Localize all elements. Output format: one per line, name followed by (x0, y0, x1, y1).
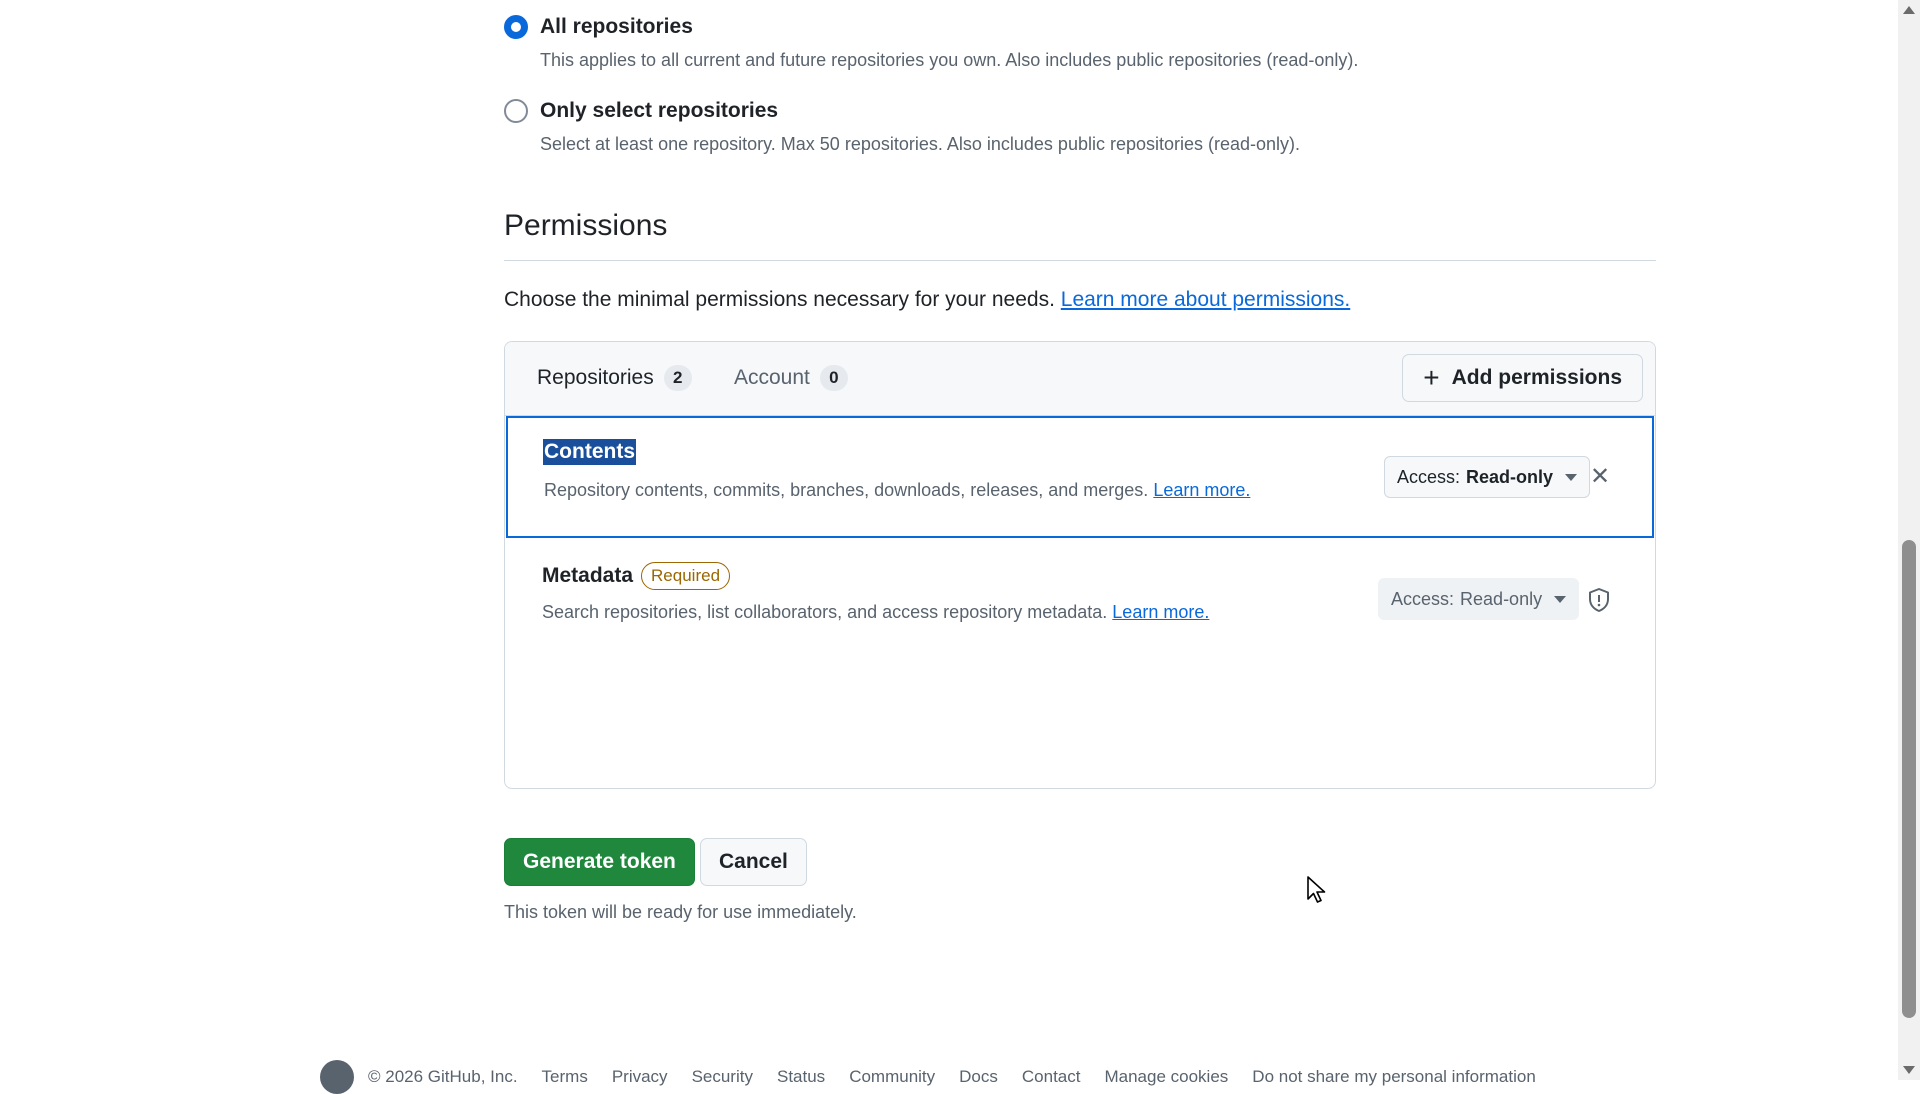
radio-all-repositories-input[interactable] (504, 15, 528, 39)
github-logo-icon (320, 1060, 354, 1094)
permission-metadata-name: Metadata (542, 564, 634, 587)
tab-repositories[interactable]: Repositories 2 (537, 365, 692, 391)
radio-all-repositories-label[interactable]: All repositories (540, 15, 693, 39)
permissions-intro-text: Choose the minimal permissions necessary… (504, 288, 1055, 311)
footer: © 2026 GitHub, Inc. Terms Privacy Securi… (320, 1060, 1560, 1094)
permissions-panel: Repositories 2 Account 0 + Add permissio… (504, 341, 1656, 789)
permission-metadata-description-text: Search repositories, list collaborators,… (542, 602, 1108, 622)
tab-account-label: Account (734, 366, 810, 389)
permission-metadata-learn-more-link[interactable]: Learn more. (1112, 602, 1209, 622)
footer-link-privacy[interactable]: Privacy (612, 1067, 668, 1087)
permission-contents-name: Contents (543, 439, 636, 465)
footer-link-terms[interactable]: Terms (542, 1067, 588, 1087)
footer-link-manage-cookies[interactable]: Manage cookies (1104, 1067, 1228, 1087)
page-scrollbar[interactable] (1898, 0, 1920, 1080)
permission-contents-learn-more-link[interactable]: Learn more. (1153, 480, 1250, 500)
permission-row-contents[interactable]: Contents Repository contents, commits, b… (506, 416, 1654, 538)
close-icon[interactable]: ✕ (1590, 465, 1610, 489)
permission-metadata-header: Metadata Required (542, 562, 731, 590)
radio-all-repositories-description: This applies to all current and future r… (540, 50, 1359, 70)
footer-copyright: © 2026 GitHub, Inc. (368, 1067, 518, 1086)
metadata-access-value: Read-only (1460, 588, 1543, 609)
contents-access-dropdown[interactable]: Access: Read-only (1384, 456, 1591, 498)
permissions-tabs: Repositories 2 Account 0 + Add permissio… (505, 342, 1655, 416)
radio-select-repositories-label[interactable]: Only select repositories (540, 99, 778, 123)
permissions-intro: Choose the minimal permissions necessary… (504, 288, 1350, 312)
plus-icon: + (1423, 362, 1440, 393)
footer-link-docs[interactable]: Docs (959, 1067, 998, 1087)
contents-access-value: Read-only (1466, 466, 1554, 487)
shield-icon (1589, 588, 1609, 612)
contents-access-label: Access: (1397, 466, 1461, 487)
cancel-button[interactable]: Cancel (700, 838, 807, 886)
mouse-cursor-icon (1307, 876, 1326, 903)
radio-select-repositories-description: Select at least one repository. Max 50 r… (540, 134, 1301, 154)
chevron-down-icon (1565, 473, 1578, 481)
footer-link-contact[interactable]: Contact (1022, 1067, 1081, 1087)
metadata-access-dropdown: Access: Read-only (1378, 578, 1580, 620)
generate-token-button[interactable]: Generate token (504, 838, 695, 886)
permissions-divider (504, 260, 1656, 261)
token-ready-note: This token will be ready for use immedia… (504, 902, 857, 922)
learn-more-permissions-link[interactable]: Learn more about permissions. (1061, 288, 1350, 311)
scroll-down-arrow-icon[interactable] (1903, 1066, 1915, 1074)
permission-metadata-description: Search repositories, list collaborators,… (542, 602, 1209, 623)
required-badge: Required (641, 562, 731, 590)
radio-select-repositories[interactable]: Only select repositories (504, 99, 778, 123)
scrollbar-thumb[interactable] (1902, 540, 1916, 1018)
tab-account-counter: 0 (819, 365, 848, 391)
footer-link-community[interactable]: Community (849, 1067, 935, 1087)
chevron-down-icon (1554, 595, 1567, 603)
tab-account[interactable]: Account 0 (734, 365, 848, 391)
footer-link-status[interactable]: Status (777, 1067, 825, 1087)
tab-repositories-label: Repositories (537, 366, 654, 389)
permission-contents-description-text: Repository contents, commits, branches, … (544, 480, 1149, 500)
permissions-title: Permissions (504, 209, 668, 242)
add-permissions-button[interactable]: + Add permissions (1402, 354, 1643, 402)
permission-contents-description: Repository contents, commits, branches, … (544, 480, 1250, 501)
metadata-access-label: Access: (1391, 588, 1455, 609)
scroll-up-arrow-icon[interactable] (1903, 6, 1915, 14)
tab-repositories-counter: 2 (663, 365, 692, 391)
footer-link-security[interactable]: Security (692, 1067, 753, 1087)
radio-select-repositories-input[interactable] (504, 99, 528, 123)
footer-link-do-not-share[interactable]: Do not share my personal information (1252, 1067, 1535, 1087)
radio-all-repositories[interactable]: All repositories (504, 15, 693, 39)
add-permissions-label: Add permissions (1451, 366, 1622, 389)
permission-row-metadata: Metadata Required Search repositories, l… (506, 538, 1654, 660)
